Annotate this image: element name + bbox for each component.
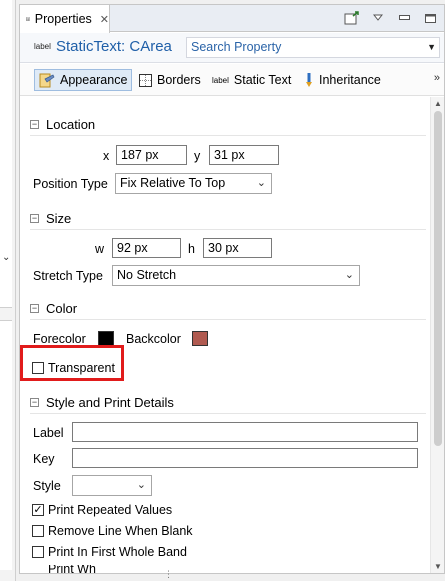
size-section-title: Size [46,210,72,226]
element-title: StaticText: CArea [56,38,172,55]
tab-static-text-label: Static Text [233,73,292,87]
collapse-icon[interactable]: − [30,397,39,407]
size-section-header[interactable]: − Size [30,209,71,227]
tab-static-text[interactable]: label Static Text [208,69,295,91]
print-repeated-values-label: Print Repeated Values [48,503,173,517]
stretch-type-value: No Stretch [117,268,177,282]
remove-line-when-blank-label: Remove Line When Blank [48,524,193,538]
h-field[interactable]: 30 px [203,238,272,258]
style-label: Style [33,479,61,493]
print-when-label: Print Wh [48,565,96,573]
print-in-first-whole-band-checkbox[interactable] [32,546,44,558]
vertical-scrollbar[interactable]: ▲ ▼ [430,97,444,573]
w-field[interactable]: 92 px [112,238,181,258]
forecolor-swatch[interactable] [98,331,114,346]
location-section-title: Location [46,116,96,132]
backcolor-label: Backcolor [126,332,181,346]
tab-properties[interactable]: Properties ✕ [20,5,110,33]
chevron-down-icon: ⌄ [256,177,266,189]
w-label: w [95,242,105,256]
key-label: Key [33,452,55,466]
chevron-down-icon: ⌄ [344,269,354,281]
search-property-input[interactable]: Search Property ▼ [186,37,440,58]
highlight-box [20,345,124,381]
label-field[interactable] [72,422,418,442]
location-section-header[interactable]: − Location [30,115,95,133]
close-icon[interactable]: ✕ [100,13,109,26]
view-menu-icon[interactable] [370,10,386,26]
color-section-title: Color [46,300,78,316]
y-label: y [194,149,201,163]
search-property-placeholder: Search Property [191,40,282,54]
style-print-section-header[interactable]: − Style and Print Details [30,393,174,411]
stretch-type-select[interactable]: No Stretch ⌄ [112,265,360,286]
position-type-label: Position Type [33,177,108,191]
forecolor-label: Forecolor [33,332,86,346]
tab-appearance[interactable]: Appearance [34,69,133,91]
static-text-icon: label [212,75,229,85]
print-when-row[interactable]: Print Wh [32,565,96,573]
properties-view: Properties ✕ label StaticText: CArea Sea… [19,4,445,574]
print-repeated-values-row[interactable]: ✓ Print Repeated Values [32,502,172,518]
scrollbar-thumb[interactable] [434,111,442,446]
collapse-icon[interactable]: − [30,303,39,313]
tab-borders[interactable]: Borders [135,69,205,91]
color-section-header[interactable]: − Color [30,299,77,317]
scroll-down-icon[interactable]: ▼ [434,562,442,571]
y-field[interactable]: 31 px [209,145,279,165]
scroll-up-icon[interactable]: ▲ [434,99,442,108]
tab-borders-label: Borders [157,73,201,87]
dropdown-arrow-icon[interactable]: ▼ [427,42,436,52]
h-label: h [188,242,195,256]
key-field[interactable] [72,448,418,468]
x-label: x [103,149,110,163]
tab-label: Properties [34,12,92,26]
borders-icon [139,73,152,87]
remove-line-when-blank-checkbox[interactable] [32,525,44,537]
chevron-down-icon[interactable]: ⌄ [2,252,10,263]
print-in-first-whole-band-label: Print In First Whole Band [48,545,187,559]
element-title-bar: label StaticText: CArea Search Property … [20,33,444,63]
more-tabs-icon[interactable]: » [434,72,440,84]
element-type-badge: label [34,42,51,51]
section-divider [30,135,426,136]
tab-inheritance[interactable]: Inheritance [300,69,385,91]
position-type-select[interactable]: Fix Relative To Top ⌄ [115,173,272,194]
pin-icon[interactable] [344,10,360,26]
left-panel-strip: ⌄ [0,0,16,581]
inheritance-icon [306,73,312,87]
section-divider [30,413,426,414]
section-divider [30,319,426,320]
resize-grip-icon[interactable]: ⋮ [164,569,173,580]
x-field[interactable]: 187 px [116,145,187,165]
collapse-icon[interactable]: − [30,213,39,223]
minimize-icon[interactable] [396,10,412,26]
property-category-tabs: Appearance Borders label Static Text Inh… [20,64,444,96]
left-pane-bottom [0,320,12,570]
backcolor-swatch[interactable] [192,331,208,346]
style-print-section-title: Style and Print Details [46,394,174,410]
style-select[interactable]: ⌄ [72,475,152,496]
print-in-first-whole-band-row[interactable]: Print In First Whole Band [32,544,187,560]
print-repeated-values-checkbox[interactable]: ✓ [32,504,44,516]
label-label: Label [33,426,64,440]
remove-line-when-blank-row[interactable]: Remove Line When Blank [32,523,193,539]
chevron-down-icon: ⌄ [136,479,146,491]
tab-appearance-label: Appearance [60,73,128,87]
view-toolbar [344,10,438,26]
position-type-value: Fix Relative To Top [120,176,226,190]
collapse-icon[interactable]: − [30,119,39,129]
tab-inheritance-label: Inheritance [319,73,381,87]
section-divider [30,229,426,230]
stretch-type-label: Stretch Type [33,269,103,283]
appearance-icon [39,73,55,87]
properties-icon [26,17,30,21]
properties-content: − Location x 187 px y 31 px Position Typ… [20,97,444,573]
maximize-icon[interactable] [422,10,438,26]
bottom-strip [19,574,445,581]
view-tab-bar: Properties ✕ [20,5,444,33]
